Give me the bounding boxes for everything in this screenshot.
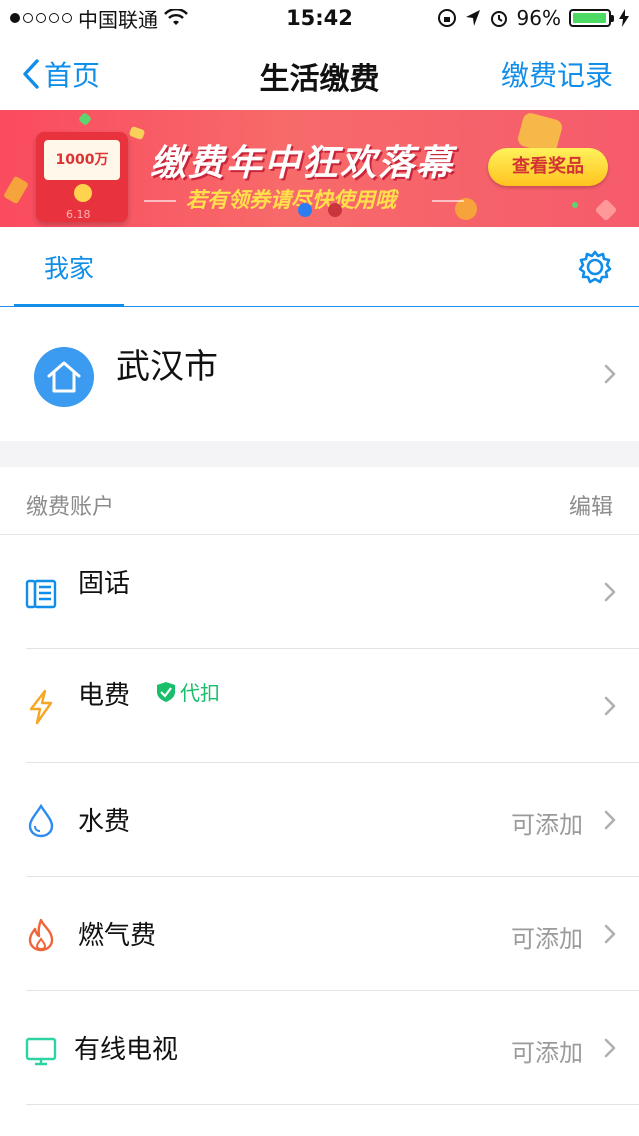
row-label: 水费 [78, 807, 131, 837]
wifi-icon [164, 9, 188, 25]
view-prizes-button[interactable]: 查看奖品 [488, 148, 608, 186]
back-label: 首页 [44, 59, 101, 92]
section-title: 缴费账户 [26, 495, 115, 520]
accounts-list: 固话 电费 代扣 水费 可添加 燃气费 可添加 有线电视 可添加 [0, 535, 639, 1136]
divider [26, 1104, 639, 1105]
tab-my-home[interactable]: 我家 [14, 227, 124, 307]
promo-banner[interactable]: 1000万 6.18 缴费年中狂欢落幕 若有领券请尽快使用哦 查看奖品 [0, 110, 639, 227]
nav-bar: 首页 生活缴费 缴费记录 [0, 36, 639, 110]
status-bar: 中国联通 15:42 96% [0, 0, 639, 36]
badge-label: 代扣 [180, 681, 220, 705]
row-hint: 可添加 [511, 811, 583, 839]
pager-dot[interactable] [327, 203, 342, 217]
location-icon [465, 10, 480, 26]
status-right: 96% [437, 6, 629, 30]
lightning-icon [29, 689, 53, 725]
row-label: 固话 [78, 569, 131, 599]
chevron-right-icon [604, 1038, 616, 1058]
banner-divider-left [144, 200, 176, 202]
carrier-label: 中国联通 [78, 7, 158, 32]
edit-button[interactable]: 编辑 [569, 489, 613, 521]
chevron-left-icon [23, 59, 39, 89]
envelope-amount: 1000万 [44, 140, 120, 180]
chevron-right-icon [604, 924, 616, 944]
banner-pager [0, 203, 639, 217]
chevron-right-icon [604, 810, 616, 830]
rotation-lock-icon [437, 9, 456, 27]
row-hint: 可添加 [511, 925, 583, 953]
list-item-landline[interactable]: 固话 [0, 535, 639, 649]
chevron-right-icon [604, 364, 616, 384]
row-label: 燃气费 [78, 921, 157, 951]
battery-percent: 96% [516, 6, 561, 30]
water-drop-icon [28, 803, 54, 838]
auto-debit-badge: 代扣 [156, 677, 220, 706]
alarm-icon [490, 11, 507, 27]
banner-divider-right [432, 200, 464, 202]
home-city: 武汉市 [116, 347, 218, 387]
signal-icon [10, 13, 72, 23]
shield-check-icon [157, 681, 175, 702]
charging-icon [619, 9, 629, 27]
home-tabs: 我家 [0, 227, 639, 307]
accounts-section-header: 缴费账户 编辑 [0, 467, 639, 535]
chevron-right-icon [604, 582, 616, 602]
list-item-electricity[interactable]: 电费 代扣 [0, 649, 639, 763]
row-label: 有线电视 [74, 1035, 179, 1065]
payment-records-button[interactable]: 缴费记录 [501, 54, 613, 94]
home-card[interactable]: 武汉市 [0, 307, 639, 441]
status-left: 中国联通 [10, 4, 188, 33]
list-item-cable-tv[interactable]: 有线电视 可添加 [0, 991, 639, 1105]
back-button[interactable]: 首页 [22, 54, 100, 94]
row-label: 电费 [78, 681, 131, 711]
coin-icon [74, 184, 92, 202]
battery-icon [569, 9, 614, 27]
banner-title: 缴费年中狂欢落幕 [150, 143, 455, 184]
home-avatar [34, 347, 94, 407]
house-icon [47, 361, 81, 393]
pager-dot[interactable] [297, 203, 312, 217]
flame-icon [28, 918, 54, 952]
chevron-right-icon [604, 696, 616, 716]
list-item-water[interactable]: 水费 可添加 [0, 763, 639, 877]
phone-card-icon [25, 579, 57, 609]
gear-icon [578, 250, 612, 284]
tv-icon [25, 1037, 57, 1066]
row-hint: 可添加 [511, 1039, 583, 1067]
list-item-gas[interactable]: 燃气费 可添加 [0, 877, 639, 991]
settings-button[interactable] [577, 249, 613, 289]
